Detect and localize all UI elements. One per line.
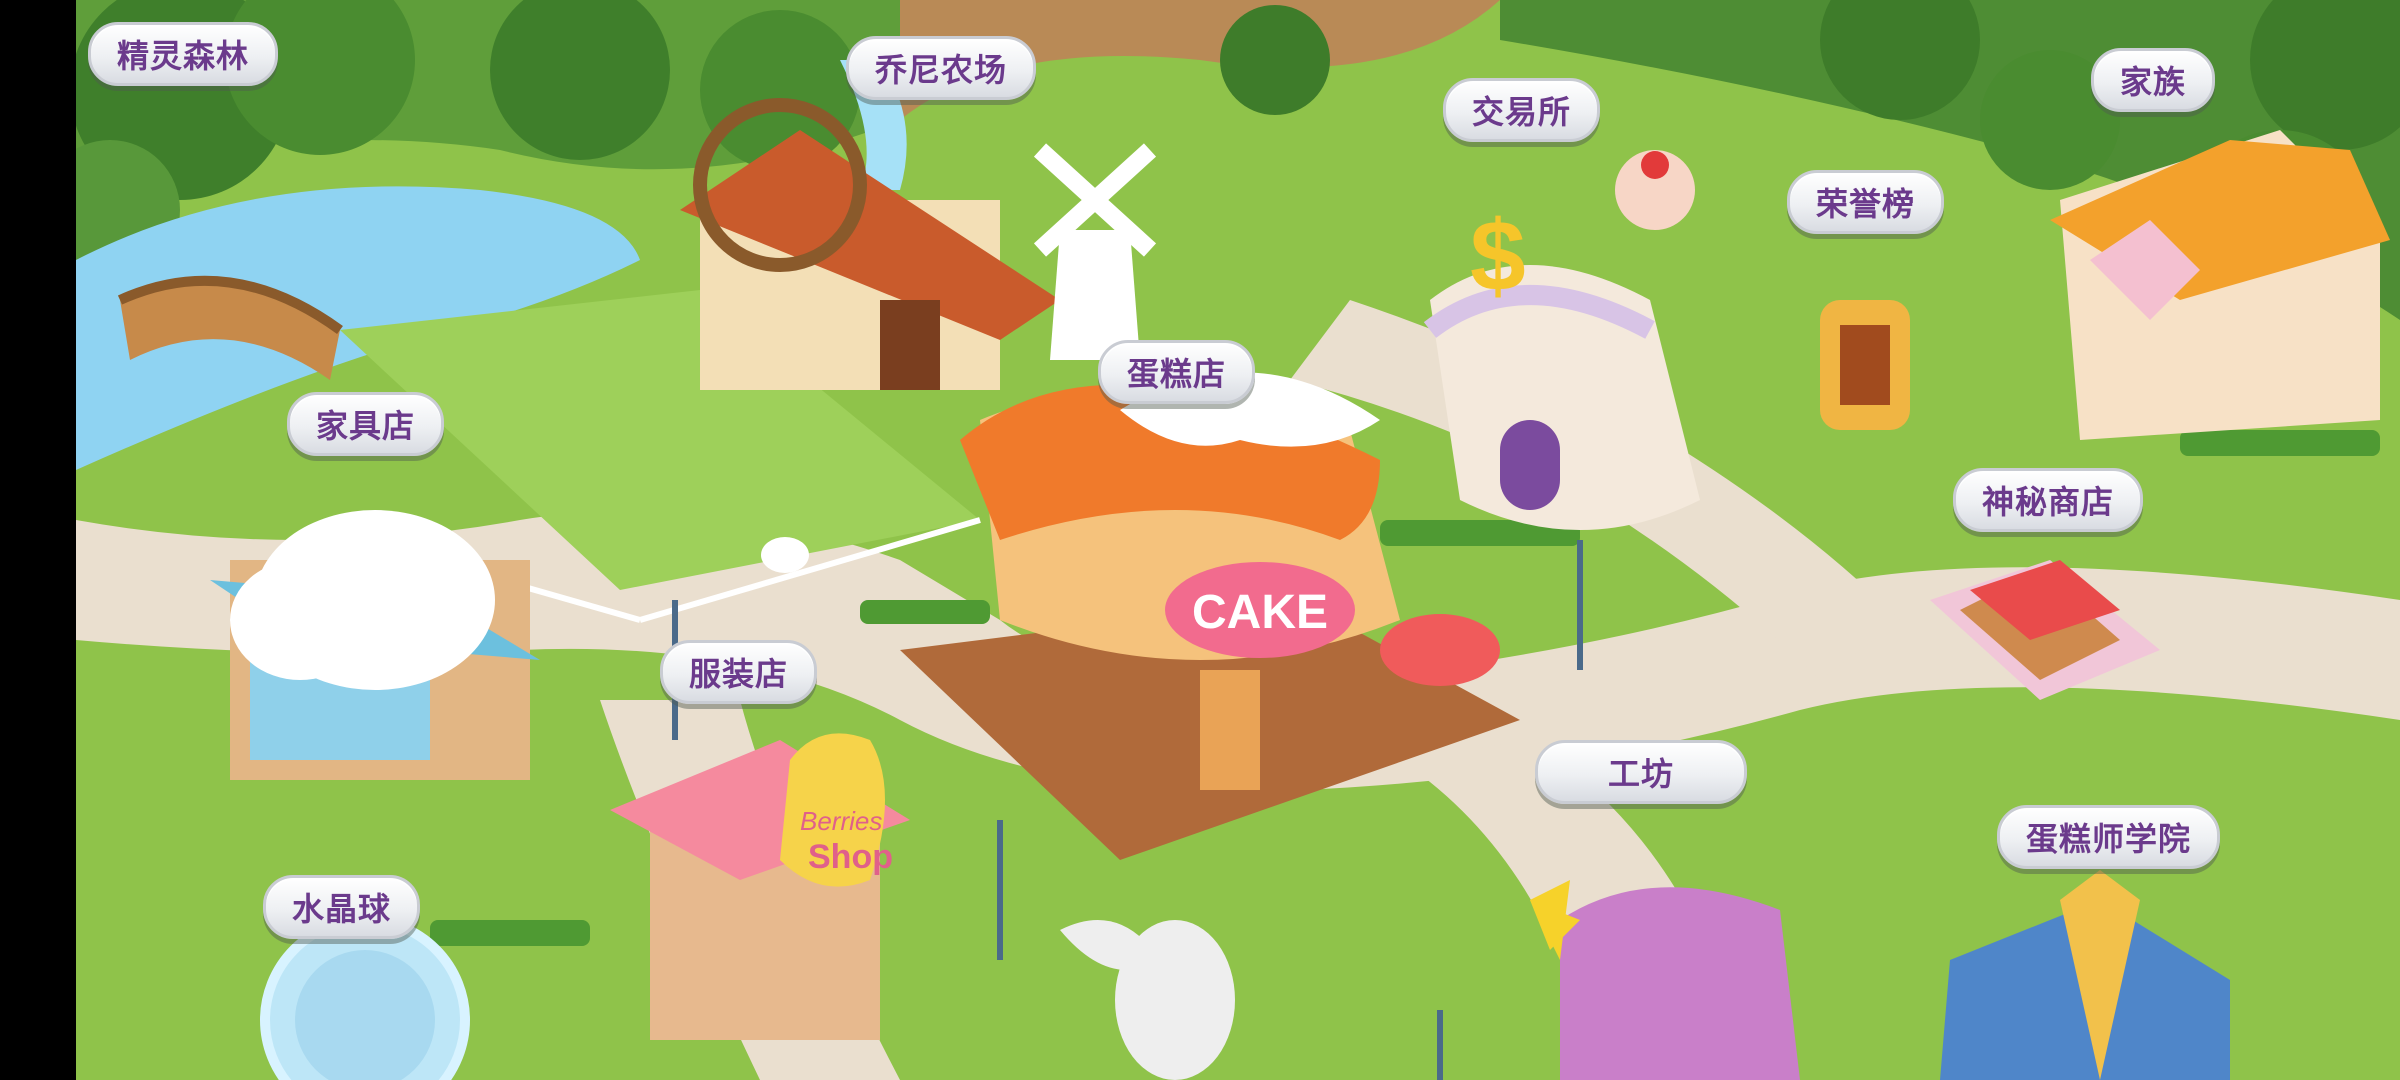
svg-text:$: $ bbox=[1470, 200, 1526, 312]
location-label-crystal-ball[interactable]: 水晶球 bbox=[263, 875, 421, 939]
location-label-mystery-shop[interactable]: 神秘商店 bbox=[1953, 468, 2144, 532]
location-label-honor-board[interactable]: 荣誉榜 bbox=[1787, 170, 1945, 234]
location-label-cake-shop[interactable]: 蛋糕店 bbox=[1098, 340, 1256, 404]
location-label-family[interactable]: 家族 bbox=[2091, 48, 2216, 112]
honor-board-stand bbox=[1820, 300, 1910, 430]
location-label-exchange[interactable]: 交易所 bbox=[1443, 78, 1601, 142]
svg-text:CAKE: CAKE bbox=[1192, 586, 1328, 639]
svg-text:Berries: Berries bbox=[800, 806, 882, 836]
crystal-ball-object bbox=[260, 915, 470, 1080]
location-label-baker-academy[interactable]: 蛋糕师学院 bbox=[1997, 805, 2221, 869]
location-label-clothing-shop[interactable]: 服装店 bbox=[660, 640, 818, 704]
location-label-elf-forest[interactable]: 精灵森林 bbox=[88, 22, 279, 86]
left-letterbox-bar bbox=[0, 0, 76, 1080]
location-label-workshop[interactable]: 工坊 bbox=[1535, 740, 1748, 804]
svg-text:Shop: Shop bbox=[808, 838, 893, 876]
location-label-joni-farm[interactable]: 乔尼农场 bbox=[846, 36, 1037, 100]
location-label-furniture-shop[interactable]: 家具店 bbox=[287, 392, 445, 456]
cow bbox=[761, 537, 809, 573]
